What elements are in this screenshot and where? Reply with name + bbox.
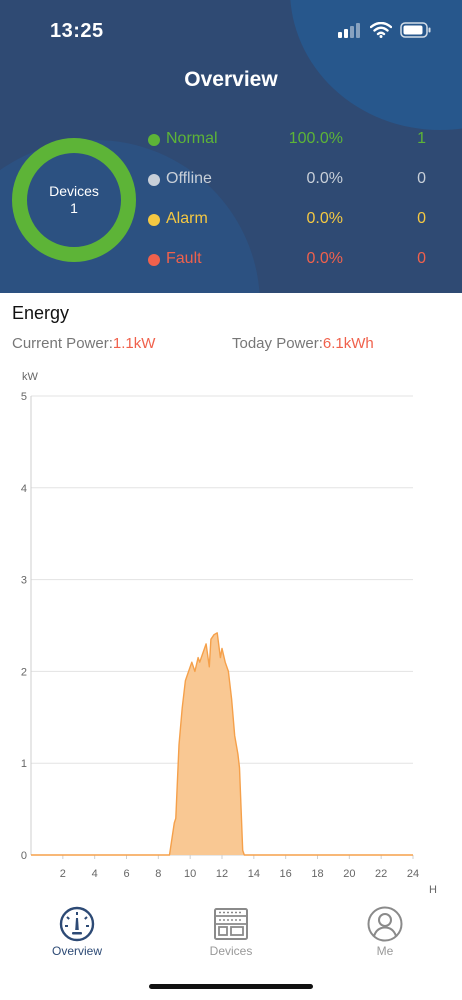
y-axis-label: kW <box>22 371 39 383</box>
current-power-value: 1.1kW <box>112 335 156 352</box>
y-tick-label: 3 <box>21 575 27 587</box>
person-icon <box>367 906 403 942</box>
page-title: Overview <box>184 68 278 91</box>
x-tick-label: 20 <box>343 868 355 880</box>
status-count: 0 <box>417 250 426 267</box>
status-percent: 0.0% <box>306 250 343 267</box>
status-count: 1 <box>417 130 426 147</box>
status-row-offline: Offline 0.0% 0 <box>148 168 438 192</box>
ring-count: 1 <box>70 200 78 216</box>
y-tick-label: 1 <box>21 758 27 770</box>
x-tick-label: 22 <box>375 868 387 880</box>
x-tick-label: 18 <box>311 868 323 880</box>
status-bar: 13:25 <box>0 0 462 60</box>
status-name: Alarm <box>166 210 208 227</box>
overview-header: 13:25 Overview Devices 1 Normal 100.0% 1… <box>0 0 462 293</box>
status-count: 0 <box>417 170 426 187</box>
x-axis-label: H <box>429 884 437 895</box>
battery-icon <box>400 22 431 38</box>
status-name: Offline <box>166 170 212 187</box>
tab-label: Overview <box>51 944 102 958</box>
status-percent: 100.0% <box>288 130 343 147</box>
status-name: Normal <box>166 130 218 147</box>
x-tick-label: 6 <box>123 868 129 880</box>
y-tick-label: 5 <box>21 391 27 403</box>
y-tick-label: 0 <box>21 850 27 862</box>
x-tick-label: 2 <box>60 868 66 880</box>
wifi-icon <box>370 22 392 38</box>
tab-bar: Overview Devices Me <box>0 898 462 968</box>
status-icons <box>338 22 432 38</box>
gauge-icon <box>59 906 95 942</box>
offline-dot-icon <box>148 174 160 186</box>
tab-label: Me <box>376 944 394 958</box>
ring-label: Devices <box>49 183 99 199</box>
devices-ring: Devices 1 <box>12 138 136 262</box>
status-name: Fault <box>166 250 202 267</box>
today-power-value: 6.1kWh <box>322 335 374 352</box>
status-percent: 0.0% <box>306 210 343 227</box>
y-tick-label: 2 <box>21 666 27 678</box>
current-power-label: Current Power: <box>12 335 113 352</box>
x-tick-label: 14 <box>248 868 260 880</box>
signal-icon <box>338 23 360 38</box>
current-power: Current Power:1.1kW <box>12 335 155 352</box>
power-area <box>31 632 413 855</box>
status-percent: 0.0% <box>306 170 343 187</box>
energy-title: Energy <box>12 303 70 323</box>
x-tick-label: 24 <box>407 868 419 880</box>
y-tick-label: 4 <box>21 483 27 495</box>
status-row-alarm: Alarm 0.0% 0 <box>148 208 438 232</box>
today-power: Today Power:6.1kWh <box>232 335 374 352</box>
status-count: 0 <box>417 210 426 227</box>
x-tick-label: 10 <box>184 868 196 880</box>
today-power-label: Today Power: <box>232 335 323 352</box>
device-icon <box>214 908 248 940</box>
status-row-normal: Normal 100.0% 1 <box>148 128 438 152</box>
home-indicator <box>149 984 313 989</box>
tab-label: Devices <box>209 944 253 958</box>
x-tick-label: 8 <box>155 868 161 880</box>
normal-dot-icon <box>148 134 160 146</box>
x-tick-label: 16 <box>280 868 292 880</box>
x-tick-label: 4 <box>92 868 98 880</box>
x-tick-label: 12 <box>216 868 228 880</box>
status-row-fault: Fault 0.0% 0 <box>148 248 438 272</box>
fault-dot-icon <box>148 254 160 266</box>
clock: 13:25 <box>50 20 104 42</box>
energy-chart: 0123452 4 6 8 10 12 14 16 18 20 22 24kWH <box>21 371 437 895</box>
tab-overview[interactable]: Overview <box>27 898 127 964</box>
tab-me[interactable]: Me <box>335 898 435 964</box>
alarm-dot-icon <box>148 214 160 226</box>
tab-devices[interactable]: Devices <box>181 898 281 964</box>
